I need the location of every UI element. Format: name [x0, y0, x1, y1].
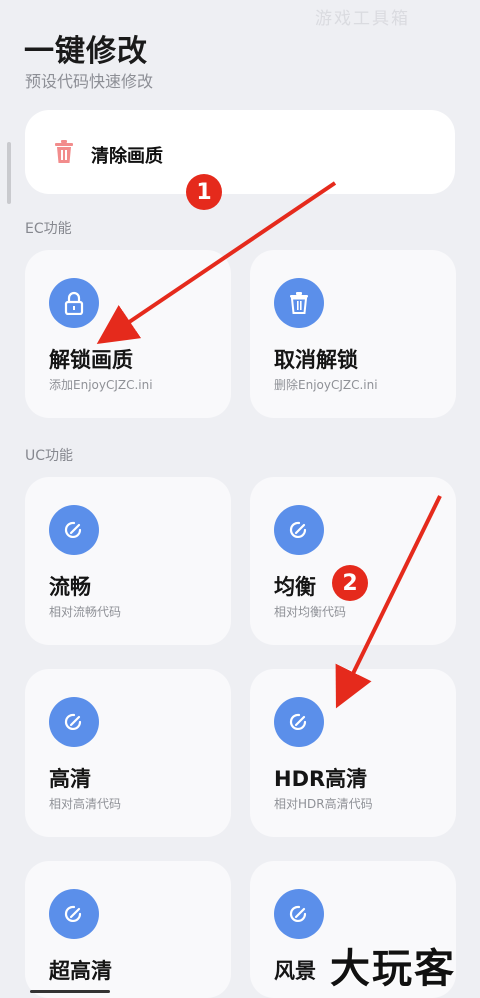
card-title: 均衡 [274, 575, 316, 599]
card-title: 取消解锁 [274, 348, 358, 372]
edit-icon [274, 697, 324, 747]
page-subtitle: 预设代码快速修改 [25, 72, 154, 91]
edit-icon [274, 889, 324, 939]
annotation-badge-1: 1 [186, 174, 222, 210]
smooth-card[interactable]: 流畅 相对流畅代码 [25, 477, 231, 645]
trash-icon [274, 278, 324, 328]
edit-icon [49, 697, 99, 747]
card-desc: 相对HDR高清代码 [274, 797, 373, 811]
watermark-logo: 大玩客 [330, 946, 456, 992]
edit-icon [49, 889, 99, 939]
ultra-hd-card[interactable]: 超高清 [25, 861, 231, 998]
card-title: HDR高清 [274, 767, 368, 791]
card-desc: 相对均衡代码 [274, 605, 347, 619]
trash-icon [53, 140, 75, 168]
page-title: 一键修改 [24, 34, 148, 69]
card-desc: 相对流畅代码 [49, 605, 122, 619]
balanced-card[interactable]: 均衡 相对均衡代码 [250, 477, 456, 645]
clear-quality-label: 清除画质 [91, 146, 163, 167]
card-desc: 添加EnjoyCJZC.ini [49, 378, 153, 392]
card-desc: 相对高清代码 [49, 797, 122, 811]
hdr-hd-card[interactable]: HDR高清 相对HDR高清代码 [250, 669, 456, 837]
edit-icon [274, 505, 324, 555]
annotation-badge-2: 2 [332, 565, 368, 601]
home-indicator[interactable] [30, 990, 110, 993]
section-label-uc: UC功能 [25, 448, 74, 464]
card-title: 解锁画质 [49, 348, 133, 372]
clear-quality-button[interactable]: 清除画质 [25, 110, 455, 194]
unlock-quality-card[interactable]: 解锁画质 添加EnjoyCJZC.ini [25, 250, 231, 418]
card-desc: 删除EnjoyCJZC.ini [274, 378, 378, 392]
scroll-indicator[interactable] [7, 142, 11, 204]
hd-card[interactable]: 高清 相对高清代码 [25, 669, 231, 837]
card-title: 超高清 [49, 959, 112, 983]
cancel-unlock-card[interactable]: 取消解锁 删除EnjoyCJZC.ini [250, 250, 456, 418]
status-watermark: 游戏工具箱 [315, 9, 410, 29]
lock-icon [49, 278, 99, 328]
card-title: 流畅 [49, 575, 91, 599]
section-label-ec: EC功能 [25, 221, 72, 237]
card-title: 高清 [49, 767, 91, 791]
card-title: 风景 [274, 959, 316, 983]
edit-icon [49, 505, 99, 555]
